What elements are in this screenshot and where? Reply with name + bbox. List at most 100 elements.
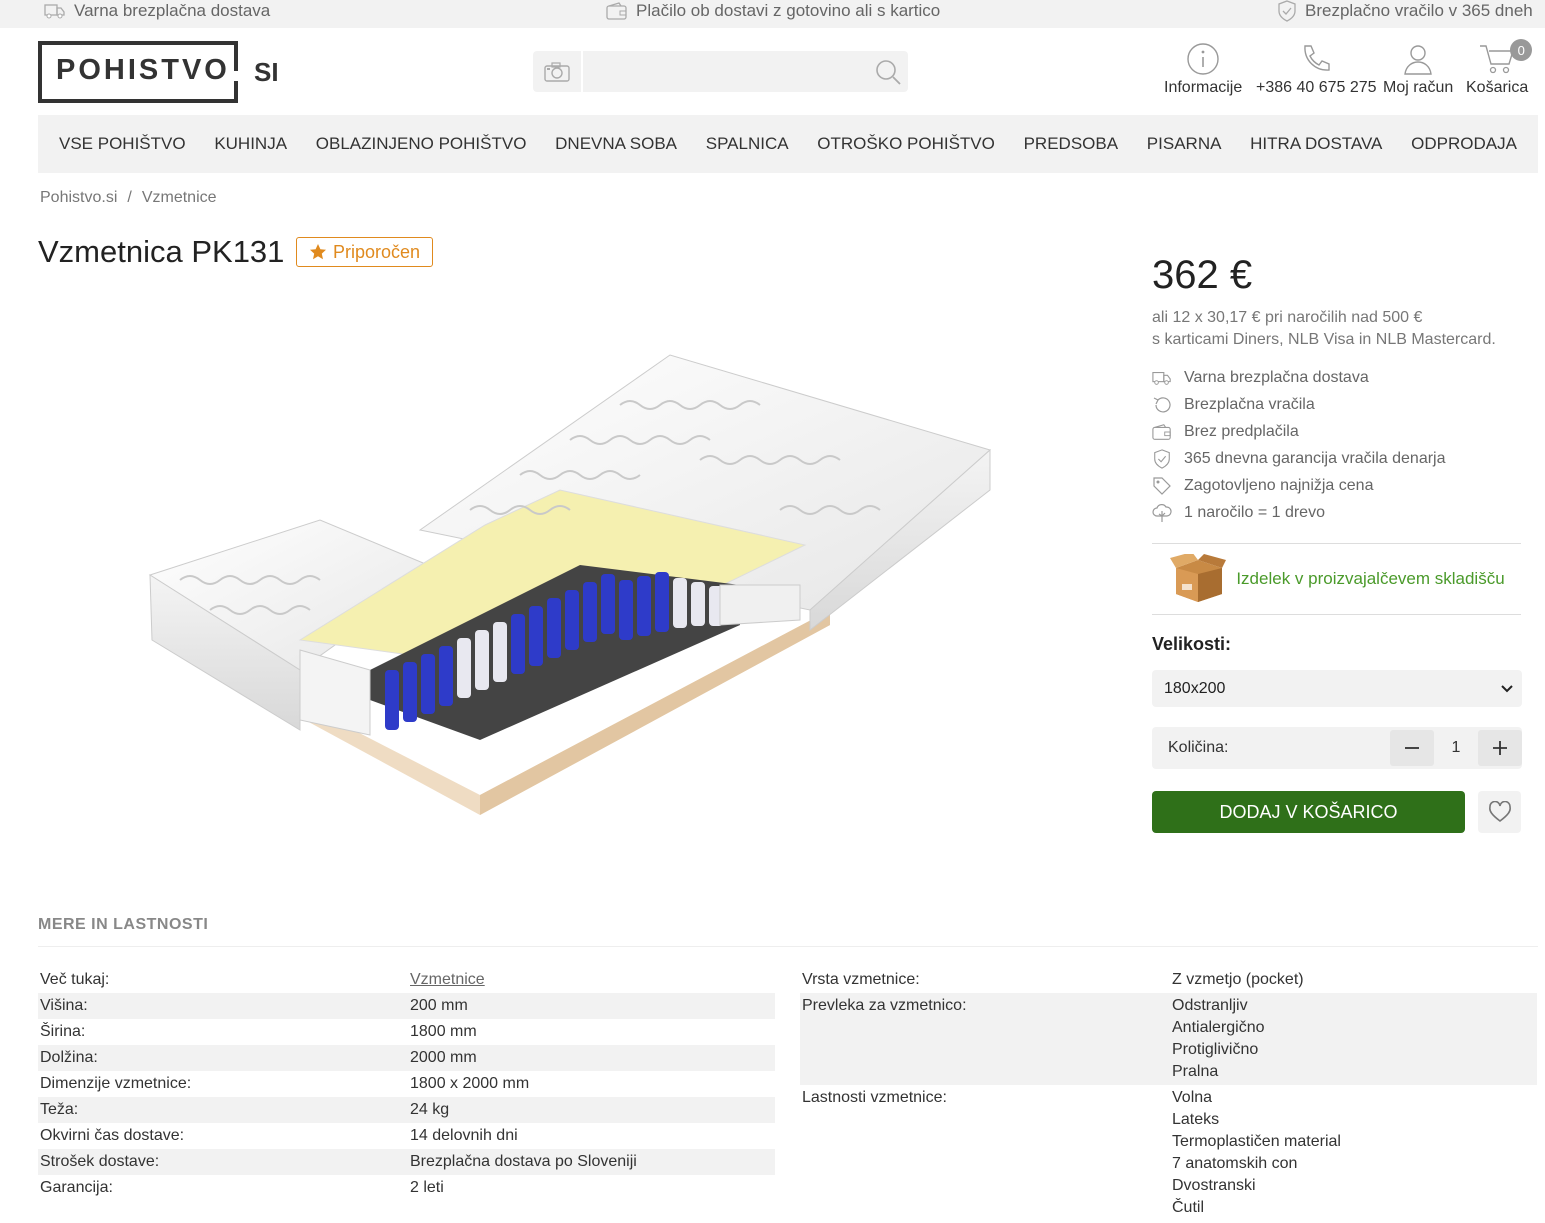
spec-key: Dolžina: <box>40 1049 98 1066</box>
spec-key: Dimenzije vzmetnice: <box>40 1075 192 1092</box>
product-image[interactable] <box>140 340 1000 830</box>
box-icon <box>1170 554 1227 602</box>
breadcrumb-separator: / <box>127 189 132 206</box>
spec-value: Brezplačna dostava po Sloveniji <box>410 1153 637 1170</box>
info-link[interactable]: Informacije <box>1164 42 1242 97</box>
site-logo[interactable]: POHISTVO SI <box>38 41 279 103</box>
topbar-payment: Plačilo ob dostavi z gotovino ali s kart… <box>606 0 940 22</box>
account-link[interactable]: Moj račun <box>1383 42 1453 97</box>
nav-item-predsoba[interactable]: Predsoba <box>1024 134 1118 154</box>
breadcrumb-current[interactable]: Vzmetnice <box>142 189 217 207</box>
quantity-decrease-button[interactable] <box>1390 730 1434 766</box>
spec-row: Prevleka za vzmetnico: Odstranljiv Antia… <box>800 993 1537 1085</box>
nav-item-oblazinjeno[interactable]: Oblazinjeno pohištvo <box>316 134 527 154</box>
installment-info: ali 12 x 30,17 € pri naročilih nad 500 €… <box>1152 307 1496 351</box>
breadcrumb-home[interactable]: Pohistvo.si <box>40 189 117 207</box>
quantity-value[interactable]: 1 <box>1434 739 1478 757</box>
benefit-item: Zagotovljeno najnižja cena <box>1152 472 1532 499</box>
spec-value: Pralna <box>1172 1063 1219 1080</box>
benefit-item: Brezplačna vračila <box>1152 391 1532 418</box>
main-nav: Vse pohištvo Kuhinja Oblazinjeno pohištv… <box>38 115 1538 173</box>
phone-link[interactable]: +386 40 675 275 <box>1256 42 1377 97</box>
spec-key: Lastnosti vzmetnice: <box>802 1089 947 1106</box>
benefit-text: Brez predplačila <box>1184 422 1299 440</box>
spec-value: Lateks <box>1172 1111 1220 1128</box>
nav-item-pisarna[interactable]: Pisarna <box>1147 134 1222 154</box>
topbar-returns-text: Brezplačno vračilo v 365 dneh <box>1305 1 1533 20</box>
nav-item-odprodaja[interactable]: Odprodaja <box>1411 134 1517 154</box>
specs-table-left: Več tukaj: Vzmetnice Višina: 200 mm Širina… <box>38 967 775 1201</box>
spec-value: 200 mm <box>410 997 468 1014</box>
camera-icon[interactable] <box>543 61 571 83</box>
spec-value: Z vzmetjo (pocket) <box>1172 971 1304 988</box>
phone-label: +386 40 675 275 <box>1256 79 1377 96</box>
search-bar <box>533 51 908 92</box>
topbar-shipping-text: Varna brezplačna dostava <box>74 1 271 20</box>
wishlist-button[interactable] <box>1478 791 1521 833</box>
stock-status-text: Izdelek v proizvajalčevem skladišču <box>1236 569 1505 588</box>
nav-item-hitra-dostava[interactable]: Hitra dostava <box>1250 134 1382 154</box>
benefit-item: 1 naročilo = 1 drevo <box>1152 499 1532 526</box>
cart-count-badge: 0 <box>1510 39 1533 61</box>
spec-value: Volna <box>1172 1089 1213 1106</box>
spec-value: 2000 mm <box>410 1049 477 1066</box>
quantity-stepper: Količina: 1 <box>1152 727 1522 769</box>
spec-value: Odstranljiv <box>1172 997 1248 1014</box>
breadcrumb: Pohistvo.si / Vzmetnice <box>40 189 217 207</box>
recommended-badge: Priporočen <box>296 237 434 267</box>
quantity-increase-button[interactable] <box>1478 730 1522 766</box>
spec-row: Strošek dostave: Brezplačna dostava po Sl… <box>38 1149 775 1175</box>
spec-value: Protiglivično <box>1172 1041 1259 1058</box>
tree-icon <box>1152 503 1172 522</box>
nav-item-dnevna-soba[interactable]: Dnevna soba <box>555 134 677 154</box>
truck-icon <box>1152 371 1171 385</box>
cart-label: Košarica <box>1466 79 1529 96</box>
product-title: Vzmetnica PK131 <box>38 234 285 269</box>
add-to-cart-button[interactable]: Dodaj v košarico <box>1152 791 1465 833</box>
size-select-value: 180x200 <box>1164 679 1226 697</box>
specs-divider <box>38 946 1538 947</box>
info-icon <box>1187 43 1219 75</box>
benefit-text: Varna brezplačna dostava <box>1184 368 1369 386</box>
user-icon <box>1404 45 1432 75</box>
spec-value: 2 leti <box>410 1179 444 1196</box>
logo-suffix: SI <box>254 57 279 87</box>
search-divider <box>581 51 583 92</box>
search-input[interactable] <box>585 51 865 92</box>
nav-item-vse-pohistvo[interactable]: Vse pohištvo <box>59 134 186 154</box>
cart-link[interactable]: Košarica 0 <box>1466 39 1533 97</box>
spec-value: 1800 x 2000 mm <box>410 1075 530 1092</box>
spec-value: 1800 mm <box>410 1023 477 1040</box>
sizes-label: Velikosti: <box>1152 634 1232 654</box>
spec-row: Lastnosti vzmetnice: Volna Lateks Termop… <box>800 1085 1537 1221</box>
search-icon[interactable] <box>874 58 902 86</box>
quantity-label: Količina: <box>1168 739 1229 756</box>
return-icon <box>1153 396 1171 412</box>
nav-item-spalnica[interactable]: Spalnica <box>706 134 789 154</box>
spec-row: Dolžina: 2000 mm <box>38 1045 775 1071</box>
info-label: Informacije <box>1164 79 1243 96</box>
spec-row: Teža: 24 kg <box>38 1097 775 1123</box>
plus-icon <box>1493 741 1507 755</box>
wallet-icon <box>606 2 627 20</box>
topbar-payment-text: Plačilo ob dostavi z gotovino ali s kart… <box>636 1 941 20</box>
spec-value: Antialergično <box>1172 1019 1265 1036</box>
logo-text: POHISTVO <box>56 54 230 86</box>
size-select[interactable]: 180x200 <box>1152 670 1522 707</box>
recommended-badge-label: Priporočen <box>333 241 421 262</box>
benefit-item: 365 dnevna garancija vračila denarja <box>1152 445 1532 472</box>
installment-line-1: ali 12 x 30,17 € pri naročilih nad 500 € <box>1152 309 1423 326</box>
chevron-down-icon <box>1501 684 1513 692</box>
truck-icon <box>44 4 65 19</box>
benefits-list: Varna brezplačna dostava Brezplačna vrač… <box>1152 364 1532 526</box>
nav-item-otrosko[interactable]: Otroško pohištvo <box>817 134 995 154</box>
heart-icon <box>1488 801 1511 823</box>
spec-row: Širina: 1800 mm <box>38 1019 775 1045</box>
spec-value: Čutil <box>1172 1199 1205 1216</box>
spec-link-category[interactable]: Vzmetnice <box>410 971 485 988</box>
star-icon <box>310 244 326 260</box>
stock-status: Izdelek v proizvajalčevem skladišču <box>1152 543 1521 615</box>
benefit-item: Brez predplačila <box>1152 418 1532 445</box>
minus-icon <box>1405 747 1419 749</box>
nav-item-kuhinja[interactable]: Kuhinja <box>214 134 287 154</box>
